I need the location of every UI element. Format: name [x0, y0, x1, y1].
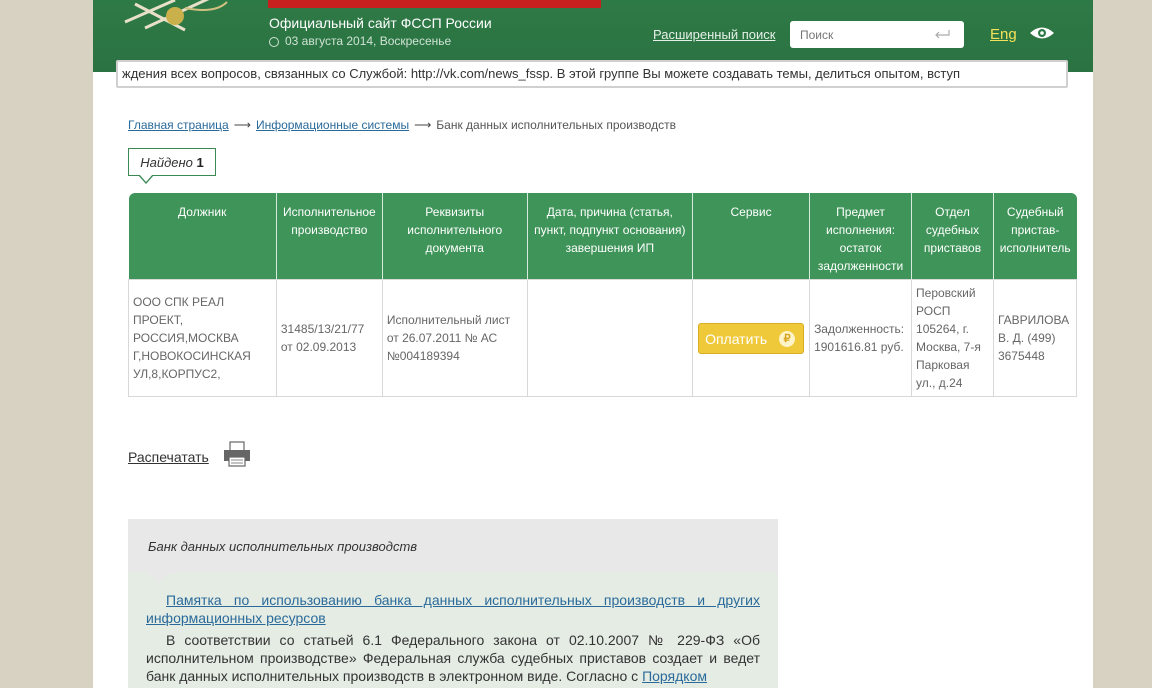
- col-completion: Дата, причина (статья, пункт, подпункт о…: [527, 193, 694, 280]
- page: Официальный сайт ФССП России 03 августа …: [93, 0, 1093, 688]
- info-panel: Банк данных исполнительных производств П…: [128, 519, 778, 688]
- col-proceeding: Исполнительное производство: [276, 193, 383, 280]
- col-service: Сервис: [692, 193, 811, 280]
- info-panel-tail: [148, 573, 170, 583]
- cell-debtor: ООО СПК РЕАЛ ПРОЕКТ, РОССИЯ,МОСКВА Г,НОВ…: [128, 279, 277, 397]
- cell-bailiff: ГАВРИЛОВА В. Д. (499) 3675448: [992, 279, 1078, 397]
- site-title: Официальный сайт ФССП России: [269, 15, 492, 31]
- ruble-icon: ₽: [779, 330, 796, 347]
- table-row: ООО СПК РЕАЛ ПРОЕКТ, РОССИЯ,МОСКВА Г,НОВ…: [128, 279, 1078, 397]
- col-department: Отдел судебных приставов: [911, 193, 994, 280]
- cell-document: Исполнительный лист от 26.07.2011 № АС №…: [381, 279, 528, 397]
- col-debtor: Должник: [128, 193, 277, 280]
- cell-service: Оплатить ₽: [692, 279, 811, 397]
- breadcrumb-current: Банк данных исполнительных производств: [436, 118, 676, 132]
- law-paragraph: В соответствии со статьей 6.1 Федерально…: [146, 631, 760, 685]
- breadcrumb: Главная страница ⟶ Информационные системы ⟶…: [128, 118, 676, 132]
- info-panel-title: Банк данных исполнительных производств: [128, 519, 778, 573]
- search-input[interactable]: [790, 21, 930, 48]
- breadcrumb-info-systems[interactable]: Информационные системы: [256, 118, 409, 132]
- date-text: 03 августа 2014, Воскресенье: [285, 34, 452, 48]
- english-language-link[interactable]: Eng: [990, 26, 1017, 43]
- print-link[interactable]: Распечатать: [128, 449, 209, 465]
- cell-proceeding: 31485/13/21/77 от 02.09.2013: [275, 279, 383, 397]
- pay-button[interactable]: Оплатить ₽: [698, 322, 805, 354]
- breadcrumb-arrow: ⟶: [233, 118, 251, 132]
- current-date: 03 августа 2014, Воскресенье: [269, 34, 451, 48]
- breadcrumb-home[interactable]: Главная страница: [128, 118, 229, 132]
- clock-icon: [269, 36, 279, 47]
- search-box: [790, 21, 964, 48]
- col-document: Реквизиты исполнительного документа: [382, 193, 528, 280]
- advanced-search-link[interactable]: Расширенный поиск: [653, 27, 775, 42]
- printer-icon[interactable]: [222, 441, 252, 467]
- table-header-row: Должник Исполнительное производство Рекв…: [128, 193, 1077, 280]
- cell-completion: [526, 279, 694, 397]
- found-count: 1: [196, 155, 204, 170]
- found-badge-tail-inner: [139, 174, 153, 182]
- memo-link[interactable]: Памятка по использованию банка данных ис…: [146, 592, 760, 626]
- found-count-badge: Найдено 1: [128, 148, 216, 176]
- cell-subject: Задолженность: 1901616.81 руб.: [809, 279, 913, 397]
- info-panel-body: Памятка по использованию банка данных ис…: [128, 573, 778, 688]
- col-subject: Предмет исполнения: остаток задолженност…: [809, 193, 913, 280]
- flag-strip: [268, 0, 601, 8]
- breadcrumb-arrow: ⟶: [414, 118, 432, 132]
- eye-icon[interactable]: [1029, 26, 1055, 40]
- col-bailiff: Судебный пристав-исполнитель: [993, 193, 1077, 280]
- pay-button-label: Оплатить: [705, 330, 768, 347]
- enter-icon[interactable]: [934, 29, 950, 39]
- results-table: Должник Исполнительное производство Рекв…: [128, 193, 1078, 397]
- news-ticker[interactable]: ждения всех вопросов, связанных со Служб…: [116, 60, 1068, 88]
- cell-department: Перовский РОСП 105264, г. Москва, 7-я Па…: [911, 279, 994, 397]
- memo-paragraph: Памятка по использованию банка данных ис…: [146, 591, 760, 627]
- found-label: Найдено: [140, 155, 193, 170]
- fssp-emblem-icon[interactable]: [115, 0, 235, 36]
- procedure-link[interactable]: Порядком: [642, 668, 707, 684]
